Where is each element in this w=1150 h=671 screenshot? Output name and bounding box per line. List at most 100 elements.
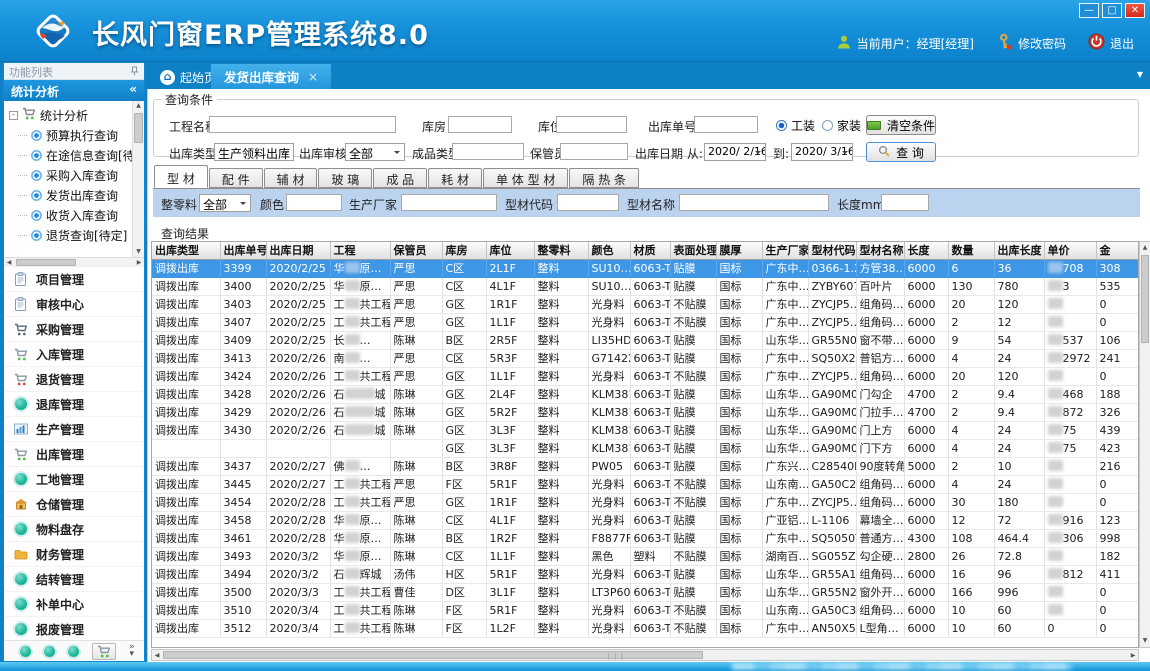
material-tab-4[interactable]: 成 品 (373, 168, 427, 188)
scroll-down-icon[interactable]: ▼ (133, 247, 144, 257)
length-input[interactable] (881, 194, 929, 211)
column-header-18[interactable]: 单价 (1044, 242, 1096, 259)
table-row-3[interactable]: 调拨出库34072020/2/25工共工程严思G区1L1F整料光身料6063-T… (152, 313, 1139, 331)
close-button[interactable]: ✕ (1125, 3, 1145, 18)
tab-list-caret-icon[interactable]: ▼ (1137, 70, 1143, 79)
scroll-down-icon[interactable]: ▼ (1140, 636, 1150, 646)
column-header-16[interactable]: 数量 (948, 242, 994, 259)
outbound-type-select[interactable]: 生产领料出库 (214, 143, 294, 161)
location-input[interactable] (556, 116, 627, 133)
sidebar-item-10[interactable]: 物料盘存 (4, 517, 144, 542)
sidebar-item-5[interactable]: 退库管理 (4, 392, 144, 417)
tree-expander-icon[interactable]: - (9, 111, 18, 120)
logout-button[interactable]: 退出 (1088, 33, 1134, 53)
table-row-5[interactable]: 调拨出库34132020/2/26南…严思C区5R3F整料G714226063-… (152, 349, 1139, 367)
column-header-11[interactable]: 膜厚 (716, 242, 762, 259)
material-tab-7[interactable]: 隔 热 条 (569, 168, 639, 188)
material-tab-3[interactable]: 玻 璃 (318, 168, 372, 188)
sidebar-item-2[interactable]: 采购管理 (4, 317, 144, 342)
table-row-16[interactable]: 调拨出库34932020/3/2华原…陈琳C区1L1F整料黑色塑料不贴膜国标湖南… (152, 547, 1139, 565)
date-to-select[interactable]: 2020/ 3/16 (791, 143, 853, 161)
sidebar-item-13[interactable]: 补单中心 (4, 592, 144, 617)
color-input[interactable] (286, 194, 342, 211)
tab-close-icon[interactable]: × (308, 70, 318, 84)
column-header-1[interactable]: 出库单号 (220, 242, 266, 259)
material-tab-0[interactable]: 型 材 (154, 165, 208, 188)
scroll-left-icon[interactable]: ◀ (5, 258, 13, 268)
table-row-1[interactable]: 调拨出库34002020/2/25华原…严思C区4L1F整料SU10…6063-… (152, 277, 1139, 295)
scroll-up-icon[interactable]: ▲ (1140, 243, 1150, 253)
tree-item-4[interactable]: 收货入库查询 (4, 205, 132, 225)
product-type-input[interactable] (452, 143, 524, 160)
clear-conditions-button[interactable]: 清空条件 (866, 115, 936, 135)
minimize-button[interactable]: — (1079, 3, 1099, 18)
column-header-2[interactable]: 出库日期 (266, 242, 330, 259)
whole-part-select[interactable]: 全部 (199, 194, 251, 212)
sidebar-item-9[interactable]: 仓储管理 (4, 492, 144, 517)
maximize-button[interactable]: □ (1102, 3, 1122, 18)
column-header-8[interactable]: 颜色 (588, 242, 630, 259)
column-header-5[interactable]: 库房 (442, 242, 486, 259)
order-no-input[interactable] (694, 116, 758, 133)
tree-vertical-scrollbar[interactable]: ▲ ▼ (132, 101, 144, 257)
tree-root[interactable]: - 统计分析 (4, 105, 132, 125)
table-row-12[interactable]: 调拨出库34452020/2/27工共工程严思F区5R1F整料光身料6063-T… (152, 475, 1139, 493)
table-row-10[interactable]: G区3L3F整料KLM38176063-T5贴膜国标山东华…GA90M09.门下… (152, 439, 1139, 457)
table-row-4[interactable]: 调拨出库34092020/2/25长…陈琳B区2R5F整料LI35HD6063-… (152, 331, 1139, 349)
table-row-14[interactable]: 调拨出库34582020/2/28华原…陈琳C区4L1F整料光身料6063-T5… (152, 511, 1139, 529)
column-header-4[interactable]: 保管员 (390, 242, 442, 259)
sidebar-item-12[interactable]: 结转管理 (4, 567, 144, 592)
sidebar-item-0[interactable]: 项目管理 (4, 267, 144, 292)
scroll-up-icon[interactable]: ▲ (133, 101, 144, 111)
table-row-19[interactable]: 调拨出库35102020/3/4工共工程陈琳F区5R1F整料光身料6063-T5… (152, 601, 1139, 619)
table-row-8[interactable]: 调拨出库34292020/2/26石城陈琳G区5R2F整料KLM38176063… (152, 403, 1139, 421)
sidebar-item-7[interactable]: 出库管理 (4, 442, 144, 467)
table-vertical-scrollbar[interactable]: ▲ ▼ (1139, 241, 1150, 648)
sidebar-item-3[interactable]: 入库管理 (4, 342, 144, 367)
column-header-0[interactable]: 出库类型 (152, 242, 220, 259)
column-header-14[interactable]: 型材名称 (856, 242, 904, 259)
table-row-11[interactable]: 调拨出库34372020/2/27佛…陈琳B区3R8F整料PW056063-T5… (152, 457, 1139, 475)
column-header-3[interactable]: 工程 (330, 242, 390, 259)
table-row-6[interactable]: 调拨出库34242020/2/26工共工程严思G区1L1F整料光身料6063-T… (152, 367, 1139, 385)
table-row-15[interactable]: 调拨出库34612020/2/28华原…陈琳B区1R2F整料F8877FT606… (152, 529, 1139, 547)
radio-jiazhuang[interactable]: 家装 (822, 117, 861, 134)
profile-name-input[interactable] (679, 194, 829, 211)
sidebar-item-6[interactable]: 生产管理 (4, 417, 144, 442)
tree-item-2[interactable]: 采购入库查询 (4, 165, 132, 185)
material-tab-2[interactable]: 辅 材 (264, 168, 318, 188)
footer-cart-button[interactable] (92, 643, 116, 660)
sidebar-item-14[interactable]: 报废管理 (4, 617, 144, 642)
tab-shipping-outbound-query[interactable]: 发货出库查询 × (211, 64, 331, 89)
column-header-9[interactable]: 材质 (630, 242, 670, 259)
tree-item-6[interactable]: 退库管理[待定] (4, 245, 132, 247)
table-row-13[interactable]: 调拨出库34542020/2/28工共工程严思G区1R1F整料光身料6063-T… (152, 493, 1139, 511)
radio-gongzhuang[interactable]: 工装 (776, 117, 815, 134)
table-row-17[interactable]: 调拨出库34942020/3/2石辉城汤伟H区5R1F整料光身料6063-T5贴… (152, 565, 1139, 583)
column-header-7[interactable]: 整零料 (534, 242, 588, 259)
column-header-6[interactable]: 库位 (486, 242, 534, 259)
project-name-input[interactable] (209, 116, 396, 133)
collapse-icon[interactable]: « (129, 82, 137, 96)
more-options-icon[interactable]: »▾ (129, 644, 135, 658)
column-header-10[interactable]: 表面处理 (670, 242, 716, 259)
sidebar-item-8[interactable]: 工地管理 (4, 467, 144, 492)
warehouse-input[interactable] (448, 116, 512, 133)
scroll-left-icon[interactable]: ◀ (153, 651, 161, 661)
keeper-input[interactable] (560, 143, 628, 160)
sidebar-item-4[interactable]: 退货管理 (4, 367, 144, 392)
pin-icon[interactable] (130, 66, 139, 76)
date-from-select[interactable]: 2020/ 2/16 (704, 143, 766, 161)
material-tab-1[interactable]: 配 件 (209, 168, 263, 188)
circle-icon[interactable] (68, 646, 79, 657)
tree-item-3[interactable]: 发货出库查询 (4, 185, 132, 205)
table-row-9[interactable]: 调拨出库34302020/2/26石城陈琳G区3L3F整料KLM38176063… (152, 421, 1139, 439)
audit-select[interactable]: 全部 (345, 143, 405, 161)
sidebar-item-1[interactable]: 审核中心 (4, 292, 144, 317)
material-tab-5[interactable]: 耗 材 (428, 168, 482, 188)
scroll-right-icon[interactable]: ▶ (135, 258, 143, 268)
sidebar-section-header[interactable]: 统计分析 « (4, 80, 144, 101)
table-row-20[interactable]: 调拨出库35122020/3/4工共工程陈琳F区1L2F整料光身料6063-T5… (152, 619, 1139, 637)
tree-item-0[interactable]: 预算执行查询 (4, 125, 132, 145)
table-row-0[interactable]: 调拨出库33992020/2/25华原…严思C区2L1F整料SU10…6063-… (152, 259, 1139, 277)
